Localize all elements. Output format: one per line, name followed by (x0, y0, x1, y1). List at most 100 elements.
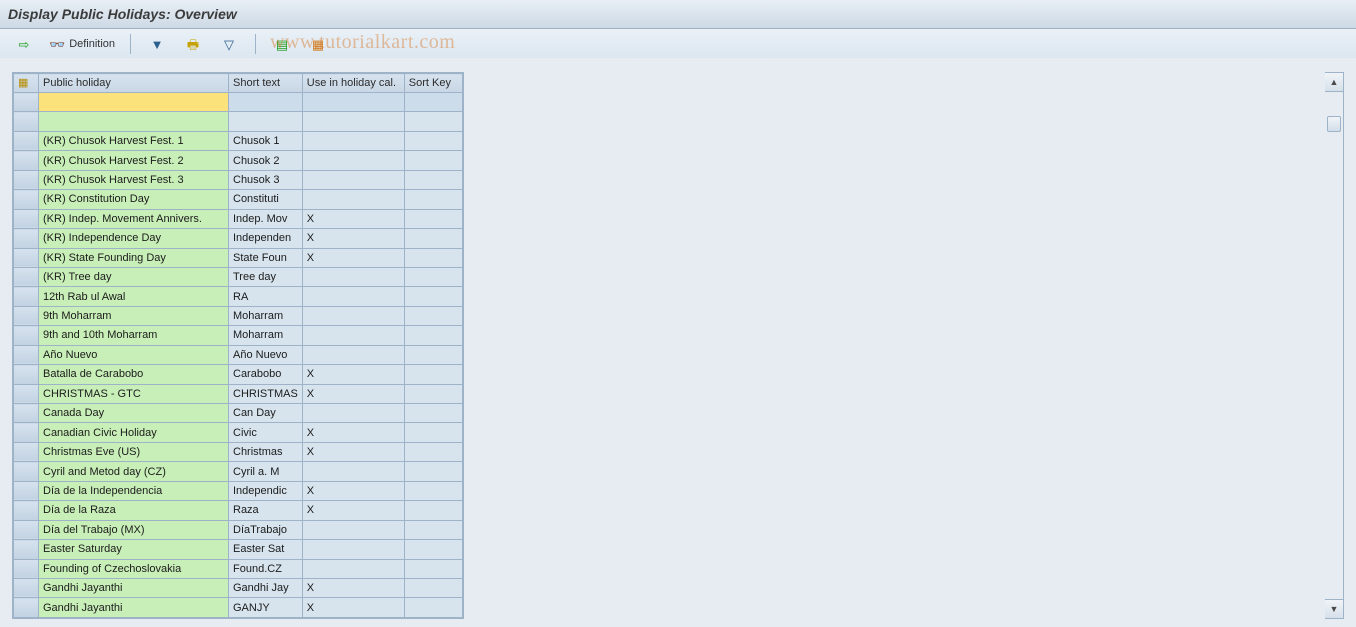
cell-holiday-name[interactable]: (KR) Chusok Harvest Fest. 2 (39, 151, 229, 170)
scroll-drag-handle[interactable] (1327, 116, 1341, 132)
cell-sort-key[interactable] (404, 170, 462, 189)
cell-use-in-cal[interactable]: X (302, 248, 404, 267)
cell-short-text[interactable]: GANJY (229, 598, 303, 618)
col-header-sort[interactable]: Sort Key (404, 74, 462, 93)
cell-holiday-name[interactable]: (KR) Chusok Harvest Fest. 1 (39, 131, 229, 150)
cell-use-in-cal[interactable] (302, 151, 404, 170)
cell-holiday-name[interactable] (39, 93, 229, 112)
col-header-short[interactable]: Short text (229, 74, 303, 93)
cell-sort-key[interactable] (404, 112, 462, 131)
cell-holiday-name[interactable]: (KR) Indep. Movement Annivers. (39, 209, 229, 228)
cell-short-text[interactable]: DíaTrabajo (229, 520, 303, 539)
table-row[interactable]: Día de la IndependenciaIndependicX (14, 481, 463, 500)
cell-holiday-name[interactable]: Founding of Czechoslovakia (39, 559, 229, 578)
cell-use-in-cal[interactable]: X (302, 501, 404, 520)
cell-short-text[interactable]: Moharram (229, 326, 303, 345)
cell-use-in-cal[interactable]: X (302, 598, 404, 618)
cell-sort-key[interactable] (404, 151, 462, 170)
cell-sort-key[interactable] (404, 442, 462, 461)
cell-short-text[interactable]: Gandhi Jay (229, 578, 303, 597)
row-selector[interactable] (14, 229, 39, 248)
cell-sort-key[interactable] (404, 462, 462, 481)
cell-holiday-name[interactable]: Batalla de Carabobo (39, 365, 229, 384)
cell-holiday-name[interactable]: Canada Day (39, 404, 229, 423)
cell-short-text[interactable]: Año Nuevo (229, 345, 303, 364)
layout-button[interactable]: ▦ (302, 32, 334, 56)
cell-use-in-cal[interactable] (302, 170, 404, 189)
cell-use-in-cal[interactable]: X (302, 578, 404, 597)
cell-holiday-name[interactable]: Cyril and Metod day (CZ) (39, 462, 229, 481)
cell-sort-key[interactable] (404, 423, 462, 442)
table-row[interactable]: (KR) Chusok Harvest Fest. 1Chusok 1 (14, 131, 463, 150)
cell-use-in-cal[interactable] (302, 540, 404, 559)
cell-sort-key[interactable] (404, 209, 462, 228)
cell-use-in-cal[interactable]: X (302, 384, 404, 403)
col-header-name[interactable]: Public holiday (39, 74, 229, 93)
cell-use-in-cal[interactable] (302, 190, 404, 209)
cell-short-text[interactable]: Raza (229, 501, 303, 520)
row-selector[interactable] (14, 151, 39, 170)
table-row[interactable]: Christmas Eve (US)ChristmasX (14, 442, 463, 461)
cell-sort-key[interactable] (404, 384, 462, 403)
cell-holiday-name[interactable]: Día de la Raza (39, 501, 229, 520)
cell-short-text[interactable]: Chusok 3 (229, 170, 303, 189)
table-row[interactable]: (KR) Constitution DayConstituti (14, 190, 463, 209)
cell-holiday-name[interactable]: (KR) Independence Day (39, 229, 229, 248)
sort-button[interactable]: ▽ (213, 32, 245, 56)
row-selector[interactable] (14, 326, 39, 345)
table-row[interactable]: Canada DayCan Day (14, 404, 463, 423)
row-selector[interactable] (14, 345, 39, 364)
cell-short-text[interactable]: Chusok 1 (229, 131, 303, 150)
table-row[interactable]: 9th MoharramMoharram (14, 306, 463, 325)
cell-use-in-cal[interactable] (302, 287, 404, 306)
cell-sort-key[interactable] (404, 598, 462, 618)
cell-use-in-cal[interactable] (302, 267, 404, 286)
cell-holiday-name[interactable]: Easter Saturday (39, 540, 229, 559)
cell-short-text[interactable]: Independic (229, 481, 303, 500)
cell-sort-key[interactable] (404, 248, 462, 267)
row-selector[interactable] (14, 209, 39, 228)
row-selector[interactable] (14, 520, 39, 539)
vertical-scrollbar[interactable]: ▲ ▼ (1325, 72, 1344, 619)
cell-short-text[interactable]: Tree day (229, 267, 303, 286)
cell-short-text[interactable]: RA (229, 287, 303, 306)
cell-short-text[interactable]: Found.CZ (229, 559, 303, 578)
cell-sort-key[interactable] (404, 93, 462, 112)
export-button[interactable]: ▤ (266, 32, 298, 56)
scroll-down-button[interactable]: ▼ (1325, 599, 1343, 618)
cell-short-text[interactable]: Cyril a. M (229, 462, 303, 481)
execute-button[interactable]: ⇨ (8, 32, 40, 56)
table-row[interactable]: Cyril and Metod day (CZ)Cyril a. M (14, 462, 463, 481)
cell-sort-key[interactable] (404, 326, 462, 345)
scroll-track[interactable] (1325, 92, 1343, 599)
row-selector[interactable] (14, 578, 39, 597)
cell-holiday-name[interactable]: Día del Trabajo (MX) (39, 520, 229, 539)
cell-sort-key[interactable] (404, 229, 462, 248)
table-row[interactable] (14, 93, 463, 112)
col-header-use[interactable]: Use in holiday cal. (302, 74, 404, 93)
cell-use-in-cal[interactable] (302, 559, 404, 578)
cell-holiday-name[interactable]: 9th Moharram (39, 306, 229, 325)
row-selector[interactable] (14, 501, 39, 520)
table-row[interactable]: Canadian Civic HolidayCivicX (14, 423, 463, 442)
filter-button[interactable]: ▼ (141, 32, 173, 56)
cell-use-in-cal[interactable]: X (302, 365, 404, 384)
table-row[interactable]: (KR) Tree dayTree day (14, 267, 463, 286)
table-row[interactable]: 12th Rab ul AwalRA (14, 287, 463, 306)
cell-holiday-name[interactable]: Canadian Civic Holiday (39, 423, 229, 442)
table-row[interactable]: (KR) State Founding DayState FounX (14, 248, 463, 267)
row-selector[interactable] (14, 540, 39, 559)
row-selector[interactable] (14, 287, 39, 306)
table-row[interactable]: (KR) Independence DayIndependenX (14, 229, 463, 248)
cell-holiday-name[interactable]: Gandhi Jayanthi (39, 598, 229, 618)
cell-sort-key[interactable] (404, 287, 462, 306)
row-selector[interactable] (14, 559, 39, 578)
cell-use-in-cal[interactable] (302, 462, 404, 481)
table-row[interactable]: Día de la RazaRazaX (14, 501, 463, 520)
row-selector[interactable] (14, 384, 39, 403)
cell-use-in-cal[interactable]: X (302, 229, 404, 248)
cell-sort-key[interactable] (404, 481, 462, 500)
print-button[interactable]: 🖶 (177, 32, 209, 56)
cell-short-text[interactable]: Carabobo (229, 365, 303, 384)
cell-short-text[interactable]: Christmas (229, 442, 303, 461)
